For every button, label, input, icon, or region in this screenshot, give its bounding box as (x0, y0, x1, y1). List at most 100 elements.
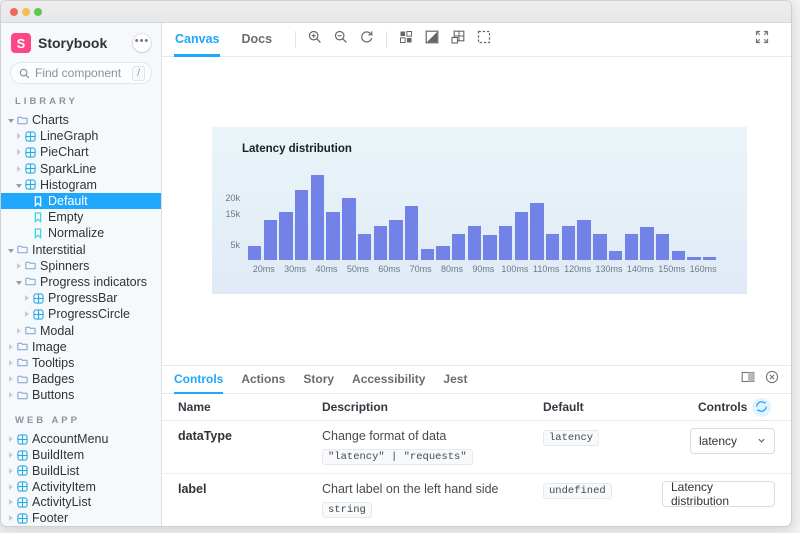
sidebar-item-progressbar[interactable]: ProgressBar (1, 290, 161, 306)
story-icon (33, 212, 48, 223)
reset-controls-button[interactable] (752, 398, 771, 417)
measure-icon (477, 30, 491, 49)
description-cell: Change format of data "latency" | "reques… (322, 429, 543, 465)
sidebar-item-footer[interactable]: Footer (1, 510, 161, 526)
sidebar-item-tooltips[interactable]: Tooltips (1, 355, 161, 371)
folder-icon (17, 390, 32, 401)
component-icon (25, 131, 40, 142)
y-axis-tick: 15k (225, 208, 240, 219)
sidebar-item-label: ActivityItem (32, 479, 96, 494)
component-icon (17, 465, 32, 476)
sidebar-item-charts[interactable]: Charts (1, 112, 161, 128)
tab-canvas[interactable]: Canvas (174, 23, 221, 57)
sidebar-item-spinners[interactable]: Spinners (1, 258, 161, 274)
sidebar-item-label: Tooltips (32, 355, 75, 370)
search-input[interactable] (35, 66, 133, 80)
sidebar-item-builditem[interactable]: BuildItem (1, 447, 161, 463)
sidebar-item-piechart[interactable]: PieChart (1, 144, 161, 160)
sidebar-item-modal[interactable]: Modal (1, 322, 161, 338)
sidebar-item-buildlist[interactable]: BuildList (1, 463, 161, 479)
sidebar-item-default[interactable]: Default (1, 192, 161, 210)
sidebar-menu-button[interactable]: ••• (133, 34, 151, 52)
sidebar-item-sparkline[interactable]: SparkLine (1, 161, 161, 177)
column-header-default: Default (543, 400, 584, 414)
story-icon (33, 195, 48, 207)
contrast-button[interactable] (423, 30, 440, 48)
addons-panel: Controls Actions Story Accessibility Jest Na… (162, 365, 791, 526)
folder-icon (25, 325, 40, 336)
grid-button[interactable] (449, 30, 466, 48)
app-title: Storybook (38, 35, 108, 51)
section-items: AccountMenu BuildItem BuildList ActivityIte… (1, 431, 161, 527)
split-panel-button[interactable] (741, 370, 755, 389)
sidebar-item-accountmenu[interactable]: AccountMenu (1, 431, 161, 447)
sidebar-item-activitylist[interactable]: ActivityList (1, 495, 161, 511)
histogram-bar (310, 174, 325, 260)
sidebar-item-label: Histogram (40, 177, 97, 192)
zoom-reset-button[interactable] (358, 31, 375, 48)
sidebar-item-label: LineGraph (40, 129, 99, 144)
sidebar-item-label: SparkLine (40, 161, 97, 176)
histogram-bar (640, 227, 654, 260)
sidebar-item-label: ProgressCircle (48, 307, 130, 322)
panel-tab-jest[interactable]: Jest (443, 366, 467, 394)
zoom-out-button[interactable] (332, 30, 349, 48)
sidebar-item-interstitial[interactable]: Interstitial (1, 242, 161, 258)
close-panel-button[interactable] (765, 370, 779, 389)
panel-tab-controls[interactable]: Controls (174, 366, 224, 394)
fullscreen-button[interactable] (753, 30, 770, 49)
minimize-button[interactable] (22, 8, 30, 16)
histogram-bar (263, 219, 278, 260)
panel-tab-actions[interactable]: Actions (241, 366, 285, 394)
histogram-bar (687, 256, 701, 260)
sidebar-item-label: Buttons (32, 388, 75, 403)
expand-icon (755, 30, 769, 49)
tab-docs[interactable]: Docs (240, 23, 273, 57)
x-axis-tick: 50ms (346, 264, 369, 274)
histogram-bar (420, 249, 434, 260)
section-items: Charts LineGraph PieChart SparkLine Histogra… (1, 112, 161, 403)
sidebar-item-normalize[interactable]: Normalize (1, 225, 161, 241)
sidebar-item-histogram[interactable]: Histogram (1, 177, 161, 193)
background-button[interactable] (397, 31, 414, 48)
histogram-bar (357, 233, 372, 260)
x-axis-tick: 30ms (284, 264, 307, 274)
sidebar-item-linegraph[interactable]: LineGraph (1, 128, 161, 144)
histogram-bar (671, 250, 685, 260)
maximize-button[interactable] (34, 8, 42, 16)
sidebar-item-buttons[interactable]: Buttons (1, 387, 161, 403)
histogram-bar (451, 233, 466, 260)
zoom-reset-icon (360, 30, 374, 49)
sidebar-item-image[interactable]: Image (1, 339, 161, 355)
arg-description: Chart label on the left hand side (322, 482, 499, 496)
type-chip: "latency" | "requests" (322, 449, 473, 465)
search-box[interactable]: / (10, 62, 152, 84)
panel-tab-story[interactable]: Story (303, 366, 334, 394)
histogram-bar (514, 211, 529, 260)
sidebar-item-empty[interactable]: Empty (1, 209, 161, 225)
controls-row-label: label Chart label on the left hand side st… (162, 474, 791, 526)
titlebar (1, 1, 791, 23)
chevron-down-icon (757, 434, 766, 448)
column-header-name: Name (178, 400, 211, 414)
label-input[interactable]: Latency distribution (662, 480, 775, 508)
sidebar-item-progress-indicators[interactable]: Progress indicators (1, 274, 161, 290)
zoom-in-button[interactable] (306, 30, 323, 48)
panel-tab-accessibility[interactable]: Accessibility (352, 366, 425, 394)
sidebar-item-progresscircle[interactable]: ProgressCircle (1, 306, 161, 322)
histogram-bar (655, 233, 670, 260)
measure-button[interactable] (475, 30, 492, 49)
sidebar-item-header[interactable]: Header (1, 526, 161, 527)
folder-icon (17, 357, 32, 368)
sidebar: S Storybook ••• / LIBRARY ChartsLineGraph… (1, 23, 162, 527)
sidebar-item-badges[interactable]: Badges (1, 371, 161, 387)
sync-icon (755, 400, 768, 416)
folder-icon (17, 244, 32, 255)
background-icon (399, 30, 413, 49)
sidebar-item-label: PieChart (40, 145, 89, 160)
datatype-select[interactable]: latency (690, 428, 775, 454)
close-button[interactable] (10, 8, 18, 16)
sidebar-item-activityitem[interactable]: ActivityItem (1, 479, 161, 495)
arg-name: label (178, 482, 207, 496)
y-axis-tick: 5k (230, 239, 240, 250)
